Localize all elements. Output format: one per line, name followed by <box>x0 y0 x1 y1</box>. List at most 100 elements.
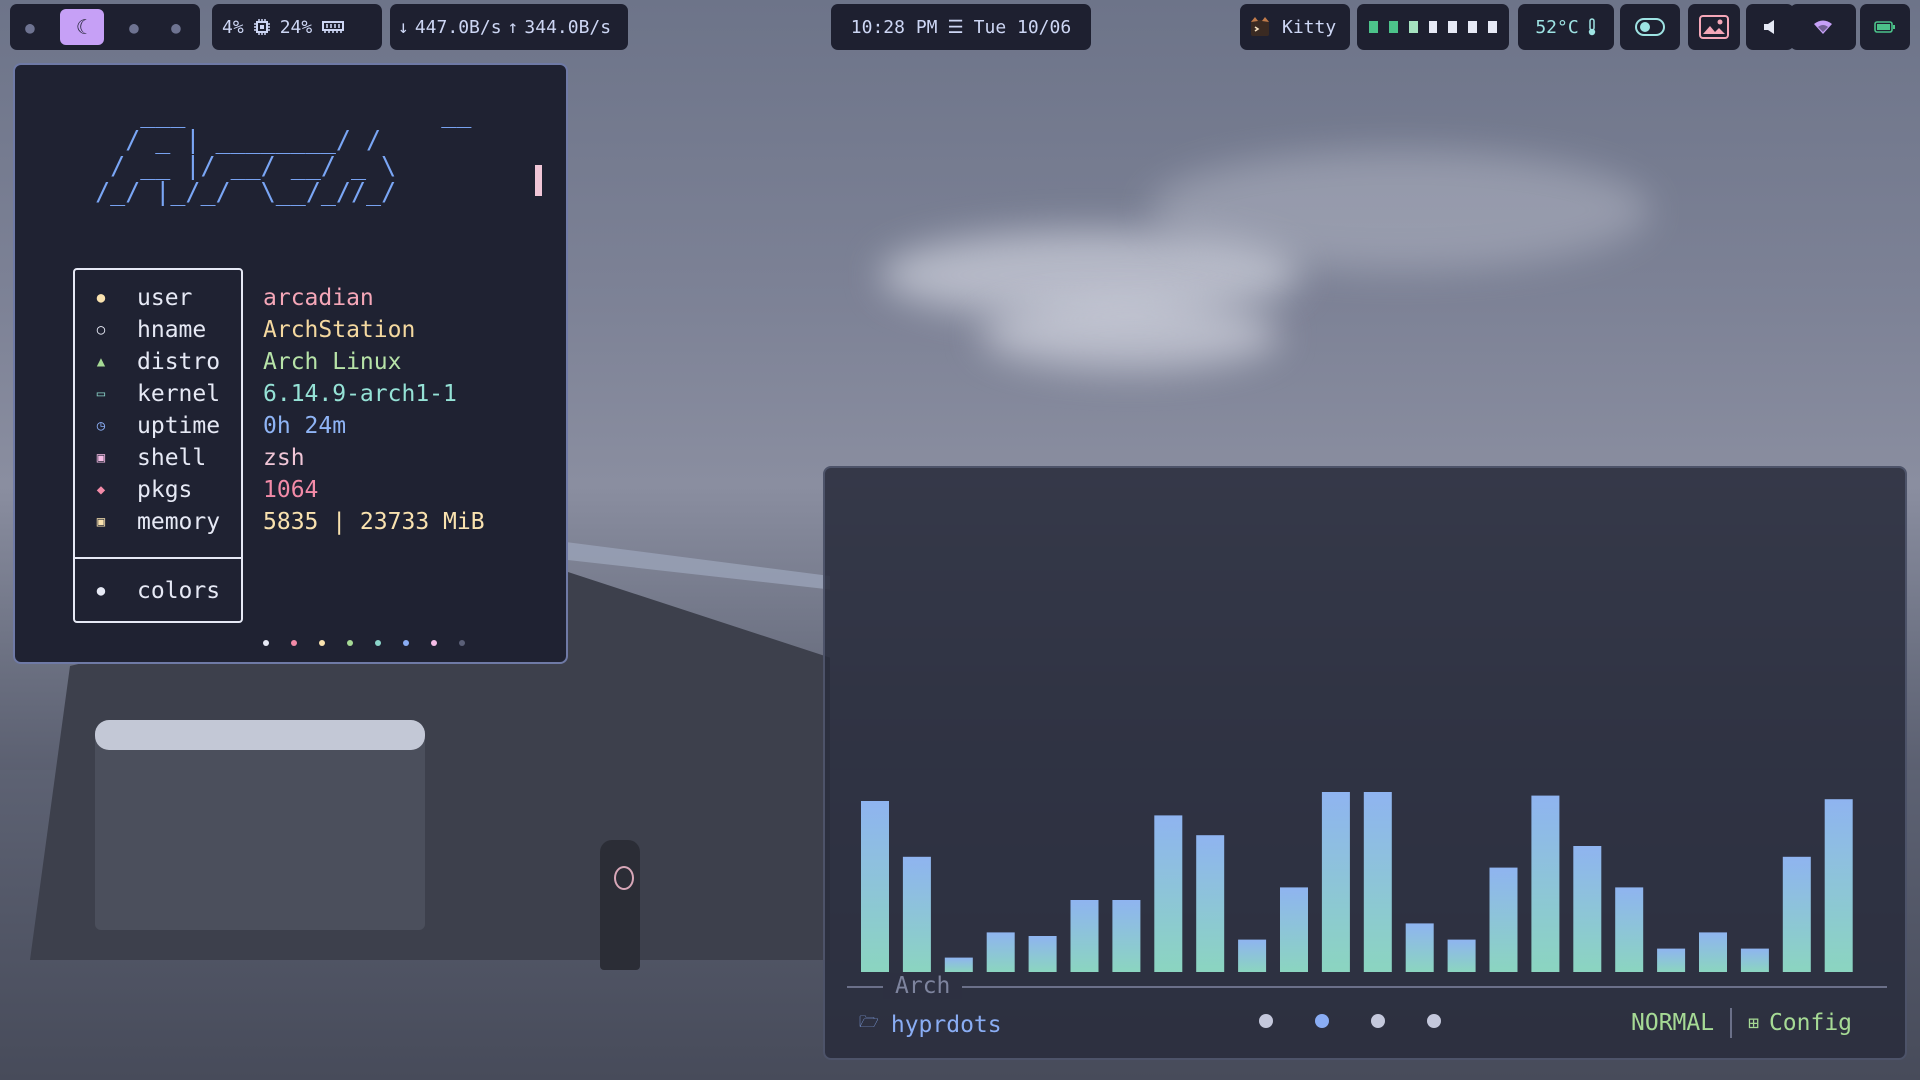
battery-module[interactable] <box>1860 4 1910 50</box>
terminal-cursor <box>535 165 542 196</box>
fetch-row-colors: ● colors <box>73 575 220 607</box>
workspace-square-6[interactable] <box>1468 21 1478 33</box>
fetch-row-hname: ○ hname <box>73 314 206 346</box>
laptop-icon: ▭ <box>96 386 106 402</box>
fetch-row-memory: ▣ memory <box>73 506 220 538</box>
visualizer-bar-24 <box>1824 799 1853 972</box>
package-icon: ◆ <box>96 482 106 498</box>
cpu-icon <box>253 19 270 35</box>
fetch-row-distro: ▲ distro <box>73 346 220 378</box>
clock-module[interactable]: 10:28 PM ☰ Tue 10/06 <box>831 4 1091 50</box>
thermometer-icon <box>1587 18 1597 36</box>
workspace-2-button[interactable]: ☾ <box>60 9 104 45</box>
download-speed: 447.0B/s <box>414 16 502 38</box>
ghost-icon: ● <box>129 17 139 37</box>
page-dot-2[interactable] <box>1315 1014 1329 1028</box>
palette-dot-7 <box>431 640 437 646</box>
clock-icon: ◷ <box>96 418 106 434</box>
visualizer-bar-23 <box>1782 856 1811 972</box>
fetch-row-pkgs: ◆ pkgs <box>73 474 193 506</box>
temperature-module[interactable]: 52°C <box>1518 4 1614 50</box>
fetch-key-divider <box>75 557 241 559</box>
page-dot-4[interactable] <box>1427 1014 1441 1028</box>
system-usage-module[interactable]: 4% 24% <box>212 4 382 50</box>
workspace-1-button[interactable]: ● <box>18 16 42 38</box>
config-section[interactable]: ⊞ Config <box>1748 1010 1852 1036</box>
ghost-icon: ● <box>25 17 35 37</box>
palette-dot-1 <box>263 640 269 646</box>
visualizer-bar-11 <box>1280 887 1308 972</box>
active-window-title: Kitty <box>1282 16 1337 38</box>
workspace-indicator[interactable] <box>1357 4 1509 50</box>
fetch-key-hname: hname <box>137 317 207 343</box>
visualizer-bar-14 <box>1405 923 1434 972</box>
visualizer-bar-4 <box>986 932 1015 972</box>
fastfetch-terminal-window[interactable]: ___ __ / _ | ________/ / / __ |/ __/ __/… <box>13 63 568 664</box>
palette-dot-8 <box>459 640 465 646</box>
network-speed-module[interactable]: ↓ 447.0B/s ↑ 344.0B/s <box>390 4 628 50</box>
visualizer-bar-10 <box>1238 939 1267 972</box>
workspace-square-5[interactable] <box>1448 21 1458 33</box>
palette-dot-6 <box>403 640 409 646</box>
circle-icon: ○ <box>96 322 106 338</box>
active-window-module[interactable]: Kitty <box>1240 4 1350 50</box>
color-palette <box>263 640 465 646</box>
workspace-square-7[interactable] <box>1488 21 1498 33</box>
folder-name: hyprdots <box>890 1011 1002 1038</box>
page-dot-3[interactable] <box>1371 1014 1385 1028</box>
fetch-value-distro: Arch Linux <box>263 349 402 375</box>
network-button[interactable] <box>1790 4 1856 50</box>
workspace-3-button[interactable]: ● <box>122 16 146 38</box>
folder-path[interactable]: 🗁 hyprdots <box>859 1011 1002 1038</box>
visualizer-bar-22 <box>1740 948 1769 972</box>
fetch-value-user: arcadian <box>263 285 374 311</box>
fetch-key-colors: colors <box>137 578 221 604</box>
tab-arch[interactable]: Arch <box>883 973 963 999</box>
user-icon: ● <box>96 290 106 306</box>
page-dot-1[interactable] <box>1259 1014 1273 1028</box>
visualizer-bar-1 <box>861 801 889 972</box>
fetch-row-uptime: ◷ uptime <box>73 410 220 442</box>
visualizer-bar-3 <box>944 957 973 972</box>
visualizer-bar-16 <box>1489 867 1518 972</box>
folder-icon: 🗁 <box>859 1012 879 1031</box>
visualizer-bar-9 <box>1196 835 1225 972</box>
moon-icon: ☾ <box>75 15 89 39</box>
config-label: Config <box>1768 1010 1853 1036</box>
page-indicator <box>1259 1014 1441 1028</box>
status-bar-right: NORMAL ⊞ Config <box>1631 1008 1852 1038</box>
fetch-row-kernel: ▭ kernel <box>73 378 220 410</box>
fetch-value-pkgs: 1064 <box>263 477 319 503</box>
fetch-key-user: user <box>137 285 193 311</box>
visualizer-bar-18 <box>1573 846 1602 972</box>
cpu-usage: 4% <box>222 16 244 38</box>
terminal-icon: ▣ <box>96 450 106 466</box>
date-text: Tue 10/06 <box>973 16 1072 38</box>
volume-button[interactable] <box>1746 4 1794 50</box>
memory-icon <box>322 20 345 34</box>
cava-terminal-window[interactable]: Arch 🗁 hyprdots NORMAL ⊞ Config <box>823 466 1907 1060</box>
fetch-key-distro: distro <box>137 349 221 375</box>
workspaces-module: ● ☾ ● ● <box>10 4 200 50</box>
workspace-square-4[interactable] <box>1428 21 1438 33</box>
fetch-key-kernel: kernel <box>137 381 221 407</box>
workspace-square-3[interactable] <box>1408 21 1418 33</box>
download-arrow-icon: ↓ <box>398 16 409 38</box>
workspace-4-button[interactable]: ● <box>164 16 188 38</box>
kitty-icon <box>1250 17 1270 37</box>
palette-icon: ● <box>96 583 106 599</box>
visualizer-bar-20 <box>1657 948 1686 972</box>
wallpaper-button[interactable] <box>1688 4 1740 50</box>
visualizer-bar-15 <box>1447 939 1476 972</box>
battery-icon <box>1874 21 1896 33</box>
workspace-square-1[interactable] <box>1369 21 1378 33</box>
calendar-icon: ☰ <box>947 16 964 38</box>
idle-inhibitor-toggle[interactable] <box>1620 4 1680 50</box>
image-icon <box>1699 15 1729 39</box>
wifi-icon <box>1814 20 1832 34</box>
visualizer-bar-17 <box>1531 795 1560 972</box>
time-text: 10:28 PM <box>850 16 938 38</box>
fetch-value-memory: 5835 | 23733 MiB <box>263 509 485 535</box>
speaker-icon <box>1763 19 1777 35</box>
workspace-square-2[interactable] <box>1388 21 1398 33</box>
